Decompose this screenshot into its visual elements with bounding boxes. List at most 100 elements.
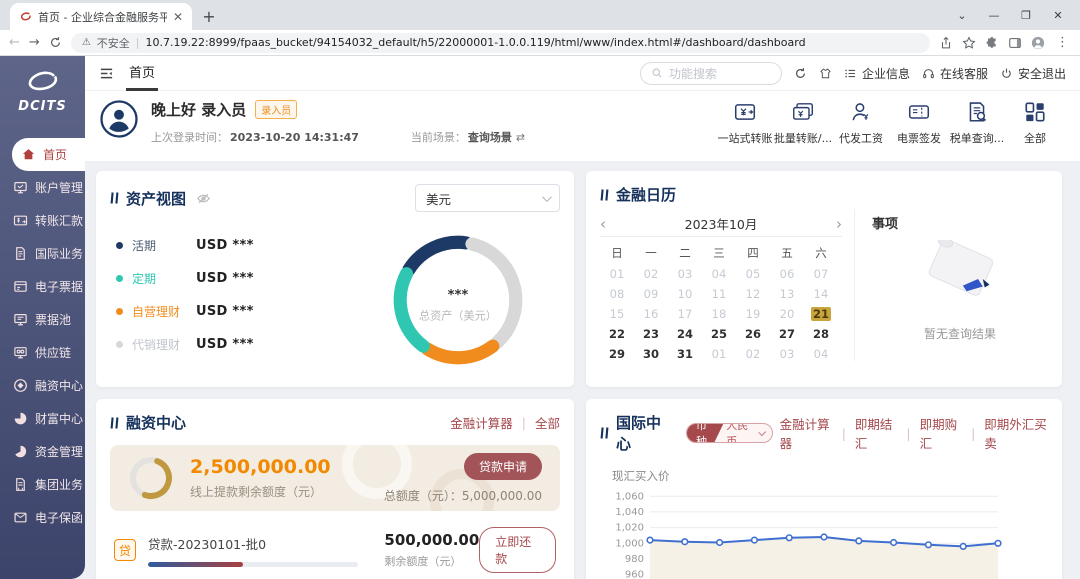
chart-point[interactable]: [891, 540, 897, 546]
intl-calculator-link[interactable]: 金融计算器: [780, 414, 833, 452]
theme-skin-icon[interactable]: [819, 67, 832, 80]
safe-logout-link[interactable]: 安全退出: [1000, 65, 1066, 82]
chart-point[interactable]: [752, 537, 758, 543]
calendar-day[interactable]: 12: [746, 287, 761, 301]
quick-action-batch-transfer[interactable]: 批量转账/...: [774, 100, 832, 161]
sidebar-item-ebill[interactable]: 电子票据: [0, 270, 85, 303]
calendar-day[interactable]: 19: [746, 307, 761, 321]
calendar-day[interactable]: 05: [746, 267, 761, 281]
chart-point[interactable]: [821, 534, 827, 540]
collapse-menu-icon[interactable]: [99, 66, 114, 81]
window-close-icon[interactable]: ✕: [1042, 9, 1074, 22]
quick-action-tax-query[interactable]: 税单查询...: [948, 100, 1006, 161]
back-icon[interactable]: ←: [9, 36, 20, 49]
calendar-day[interactable]: 29: [609, 347, 625, 361]
url-input[interactable]: ⚠ 不安全 | 10.7.19.22:8999/fpaas_bucket/941…: [71, 33, 930, 53]
calendar-day[interactable]: 20: [780, 307, 795, 321]
chart-point[interactable]: [717, 540, 723, 546]
calendar-day[interactable]: 26: [745, 327, 761, 341]
calendar-day[interactable]: 01: [712, 347, 727, 361]
quick-action-onestop-transfer[interactable]: 一站式转账: [716, 100, 774, 161]
calendar-day[interactable]: 25: [711, 327, 727, 341]
sidebar-item-group[interactable]: 集团业务: [0, 468, 85, 501]
browser-menu-icon[interactable]: ⋮: [1054, 35, 1071, 50]
spot-purchase-link[interactable]: 即期购汇: [920, 414, 962, 452]
calendar-day[interactable]: 24: [677, 327, 693, 341]
chart-point[interactable]: [682, 539, 688, 545]
calendar-day[interactable]: 11: [712, 287, 727, 301]
chart-point[interactable]: [647, 537, 653, 543]
calendar-day[interactable]: 10: [678, 287, 693, 301]
sidebar-item-wealth[interactable]: 财富中心: [0, 402, 85, 435]
calendar-day[interactable]: 28: [813, 327, 829, 341]
calendar-day-selected[interactable]: 21: [811, 307, 831, 321]
calendar-day[interactable]: 15: [610, 307, 625, 321]
refresh-icon[interactable]: [794, 67, 807, 80]
spot-fx-trade-link[interactable]: 即期外汇买卖: [984, 414, 1048, 452]
tab-close-icon[interactable]: ✕: [173, 10, 183, 24]
calendar-day[interactable]: 02: [746, 347, 761, 361]
quick-action-all[interactable]: 全部: [1006, 100, 1064, 161]
currency-select[interactable]: 美元: [415, 184, 560, 212]
calendar-day[interactable]: 03: [780, 347, 795, 361]
share-icon[interactable]: [939, 36, 953, 50]
calendar-day[interactable]: 23: [643, 327, 659, 341]
calendar-day[interactable]: 04: [814, 347, 829, 361]
currency-tag-select[interactable]: 币种 人民币: [686, 423, 773, 443]
calendar-day[interactable]: 03: [678, 267, 693, 281]
profile-avatar-icon[interactable]: [1031, 36, 1045, 50]
calendar-day[interactable]: 22: [609, 327, 625, 341]
sidebar-item-billpool[interactable]: 票据池: [0, 303, 85, 336]
calendar-day[interactable]: 13: [780, 287, 795, 301]
sidebar-item-transfer[interactable]: 转账汇款: [0, 204, 85, 237]
calendar-day[interactable]: 31: [677, 347, 693, 361]
calendar-day[interactable]: 16: [644, 307, 659, 321]
repay-now-button[interactable]: 立即还款: [479, 527, 556, 573]
window-minimize-icon[interactable]: —: [978, 9, 1010, 22]
calendar-day[interactable]: 27: [779, 327, 795, 341]
quick-action-payroll[interactable]: 代发工资: [832, 100, 890, 161]
calendar-day[interactable]: 14: [814, 287, 829, 301]
new-tab-button[interactable]: +: [196, 3, 222, 29]
sidebar-item-guarantee[interactable]: 电子保函: [0, 501, 85, 534]
tab-home[interactable]: 首页: [126, 56, 158, 91]
financial-calculator-link[interactable]: 金融计算器: [450, 413, 513, 432]
calendar-day[interactable]: 17: [678, 307, 693, 321]
browser-tab[interactable]: 首页 - 企业综合金融服务平台 ✕: [10, 3, 192, 30]
bookmark-star-icon[interactable]: [962, 36, 976, 50]
reload-icon[interactable]: [49, 36, 62, 49]
calendar-next-icon[interactable]: ›: [822, 215, 842, 233]
calendar-day[interactable]: 02: [644, 267, 659, 281]
enterprise-info-link[interactable]: 企业信息: [844, 65, 910, 82]
eye-off-icon[interactable]: [196, 191, 211, 206]
loan-apply-button[interactable]: 贷款申请: [464, 453, 542, 480]
calendar-day[interactable]: 08: [610, 287, 625, 301]
chart-point[interactable]: [960, 544, 966, 550]
calendar-day[interactable]: 07: [814, 267, 829, 281]
financing-all-link[interactable]: 全部: [535, 413, 560, 432]
window-maximize-icon[interactable]: ❐: [1010, 9, 1042, 22]
calendar-day[interactable]: 18: [712, 307, 727, 321]
sidebar-item-funds[interactable]: 资金管理: [0, 435, 85, 468]
calendar-day[interactable]: 09: [644, 287, 659, 301]
chart-point[interactable]: [856, 538, 862, 544]
sidebar-item-international[interactable]: 国际业务: [0, 237, 85, 270]
sidebar-item-financing[interactable]: 融资中心: [0, 369, 85, 402]
quick-action-ebill-issue[interactable]: 电票签发: [890, 100, 948, 161]
chart-point[interactable]: [786, 535, 792, 541]
search-input[interactable]: 功能搜索: [640, 62, 782, 85]
spot-settlement-link[interactable]: 即期结汇: [855, 414, 897, 452]
forward-icon[interactable]: →: [29, 36, 40, 49]
calendar-prev-icon[interactable]: ‹: [600, 215, 620, 233]
switch-scene-icon[interactable]: ⇄: [516, 131, 525, 144]
calendar-day[interactable]: 06: [780, 267, 795, 281]
calendar-day[interactable]: 01: [610, 267, 625, 281]
sidebar-item-account[interactable]: 账户管理: [0, 171, 85, 204]
calendar-day[interactable]: 04: [712, 267, 727, 281]
sidebar-item-supplychain[interactable]: 供应链: [0, 336, 85, 369]
chart-point[interactable]: [926, 542, 932, 548]
sidebar-item-home[interactable]: 首页: [12, 138, 85, 171]
side-panel-icon[interactable]: [1008, 36, 1022, 50]
window-chevron-icon[interactable]: ⌄: [946, 9, 978, 22]
chart-point[interactable]: [995, 541, 1001, 547]
